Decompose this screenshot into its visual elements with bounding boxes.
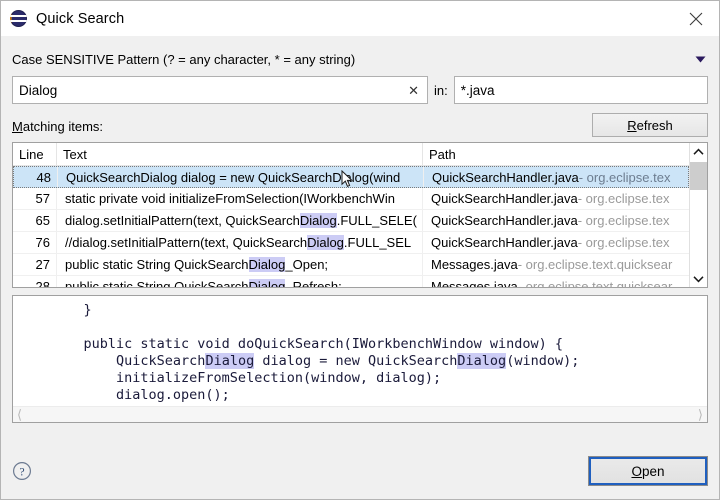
file-name: QuickSearchHandler.java	[432, 170, 579, 185]
file-name: Messages.java	[431, 257, 518, 272]
results-table: Line Text Path 48QuickSearchDialog dialo…	[12, 142, 708, 288]
window-title: Quick Search	[36, 11, 124, 27]
refresh-button[interactable]: Refresh	[592, 113, 708, 137]
package-path: - org.eclipse.tex	[578, 235, 670, 250]
cell-text: public static String QuickSearchDialog_R…	[57, 276, 423, 287]
results-table-main: Line Text Path 48QuickSearchDialog dialo…	[13, 143, 689, 287]
chevron-up-icon[interactable]	[690, 143, 707, 160]
column-header-text[interactable]: Text	[57, 143, 423, 165]
dialog-footer: ? Open	[1, 443, 719, 499]
refresh-mnemonic: R	[627, 118, 636, 133]
code-line: QuickSearchDialog dialog = new QuickSear…	[51, 353, 707, 370]
help-icon[interactable]: ?	[12, 461, 32, 481]
cell-text: //dialog.setInitialPattern(text, QuickSe…	[57, 232, 423, 253]
cell-path: QuickSearchHandler.java - org.eclipse.te…	[423, 210, 689, 231]
scrollbar-thumb[interactable]	[690, 162, 707, 190]
open-button[interactable]: Open	[588, 456, 708, 486]
package-path: - org.eclipse.text.quicksear	[518, 279, 673, 287]
search-input-value: Dialog	[19, 83, 57, 98]
scrollbar-track[interactable]	[690, 160, 707, 270]
table-row[interactable]: 48QuickSearchDialog dialog = new QuickSe…	[13, 166, 689, 188]
table-row[interactable]: 76//dialog.setInitialPattern(text, Quick…	[13, 232, 689, 254]
clear-search-icon[interactable]: ✕	[408, 84, 421, 97]
cell-path: Messages.java - org.eclipse.text.quickse…	[423, 276, 689, 287]
chevron-down-icon[interactable]	[692, 51, 708, 67]
search-row: Dialog ✕ in: *.java	[12, 76, 708, 104]
match-highlight: Dialog	[457, 353, 506, 369]
table-row[interactable]: 27public static String QuickSearchDialog…	[13, 254, 689, 276]
match-highlight: Dialog	[300, 213, 337, 228]
cell-line: 48	[14, 167, 58, 187]
code-line: initializeFromSelection(window, dialog);	[51, 370, 707, 387]
file-name: QuickSearchHandler.java	[431, 213, 578, 228]
cell-line: 57	[13, 188, 57, 209]
file-filter-value: *.java	[461, 83, 495, 98]
cell-path: QuickSearchHandler.java - org.eclipse.te…	[423, 188, 689, 209]
cell-text: QuickSearchDialog dialog = new QuickSear…	[58, 167, 424, 187]
code-line: dialog.open();	[51, 387, 707, 404]
cell-line: 76	[13, 232, 57, 253]
search-input[interactable]: Dialog ✕	[12, 76, 428, 104]
results-vertical-scrollbar[interactable]	[689, 143, 707, 287]
code-preview-text: } public static void doQuickSearch(IWork…	[13, 296, 707, 406]
column-header-path[interactable]: Path	[423, 143, 689, 165]
cell-path: Messages.java - org.eclipse.text.quickse…	[423, 254, 689, 275]
cell-path: QuickSearchHandler.java - org.eclipse.te…	[424, 167, 688, 187]
matching-items-mnemonic: M	[12, 119, 23, 134]
open-rest: pen	[642, 464, 665, 479]
code-preview-horizontal-scrollbar[interactable]: ⟨ ⟩	[13, 406, 707, 422]
chevron-down-icon[interactable]	[690, 270, 707, 287]
table-row[interactable]: 57static private void initializeFromSele…	[13, 188, 689, 210]
cell-text: dialog.setInitialPattern(text, QuickSear…	[57, 210, 423, 231]
svg-text:?: ?	[19, 466, 24, 478]
cell-text: static private void initializeFromSelect…	[57, 188, 423, 209]
match-highlight: Dialog	[307, 235, 344, 250]
chevron-left-icon[interactable]: ⟨	[17, 408, 22, 421]
file-name: Messages.java	[431, 279, 518, 287]
results-table-body: 48QuickSearchDialog dialog = new QuickSe…	[13, 166, 689, 287]
close-icon[interactable]	[673, 1, 719, 36]
cell-line: 28	[13, 276, 57, 287]
file-name: QuickSearchHandler.java	[431, 235, 578, 250]
dialog-body: Case SENSITIVE Pattern (? = any characte…	[1, 36, 719, 443]
cell-line: 27	[13, 254, 57, 275]
cell-line: 65	[13, 210, 57, 231]
match-highlight: Dialog	[249, 257, 286, 272]
matching-items-rest: atching items:	[23, 119, 103, 134]
title-bar: Quick Search	[1, 1, 719, 36]
match-highlight: Dialog	[249, 279, 286, 287]
matching-items-label: Matching items:	[12, 119, 592, 137]
refresh-rest: efresh	[637, 118, 673, 133]
cell-text: public static String QuickSearchDialog_O…	[57, 254, 423, 275]
quick-search-dialog: Quick Search Case SENSITIVE Pattern (? =…	[0, 0, 720, 500]
results-table-header: Line Text Path	[13, 143, 689, 166]
file-filter-input[interactable]: *.java	[454, 76, 708, 104]
table-row[interactable]: 28public static String QuickSearchDialog…	[13, 276, 689, 287]
code-line: public static void doQuickSearch(IWorkbe…	[51, 336, 707, 353]
eclipse-sphere-icon	[10, 10, 27, 27]
column-header-line[interactable]: Line	[13, 143, 57, 165]
chevron-right-icon[interactable]: ⟩	[698, 408, 703, 421]
package-path: - org.eclipse.tex	[578, 213, 670, 228]
in-label: in:	[434, 83, 448, 98]
table-row[interactable]: 65dialog.setInitialPattern(text, QuickSe…	[13, 210, 689, 232]
matching-items-row: Matching items: Refresh	[12, 113, 708, 137]
file-name: QuickSearchHandler.java	[431, 191, 578, 206]
code-preview: } public static void doQuickSearch(IWork…	[12, 295, 708, 423]
package-path: - org.eclipse.tex	[579, 170, 671, 185]
cell-path: QuickSearchHandler.java - org.eclipse.te…	[423, 232, 689, 253]
package-path: - org.eclipse.text.quicksear	[518, 257, 673, 272]
open-mnemonic: O	[631, 464, 642, 479]
pattern-label: Case SENSITIVE Pattern (? = any characte…	[12, 52, 692, 67]
code-line: }	[51, 302, 707, 319]
code-line	[51, 319, 707, 336]
pattern-label-row: Case SENSITIVE Pattern (? = any characte…	[12, 46, 708, 72]
match-highlight: Dialog	[205, 353, 254, 369]
package-path: - org.eclipse.tex	[578, 191, 670, 206]
